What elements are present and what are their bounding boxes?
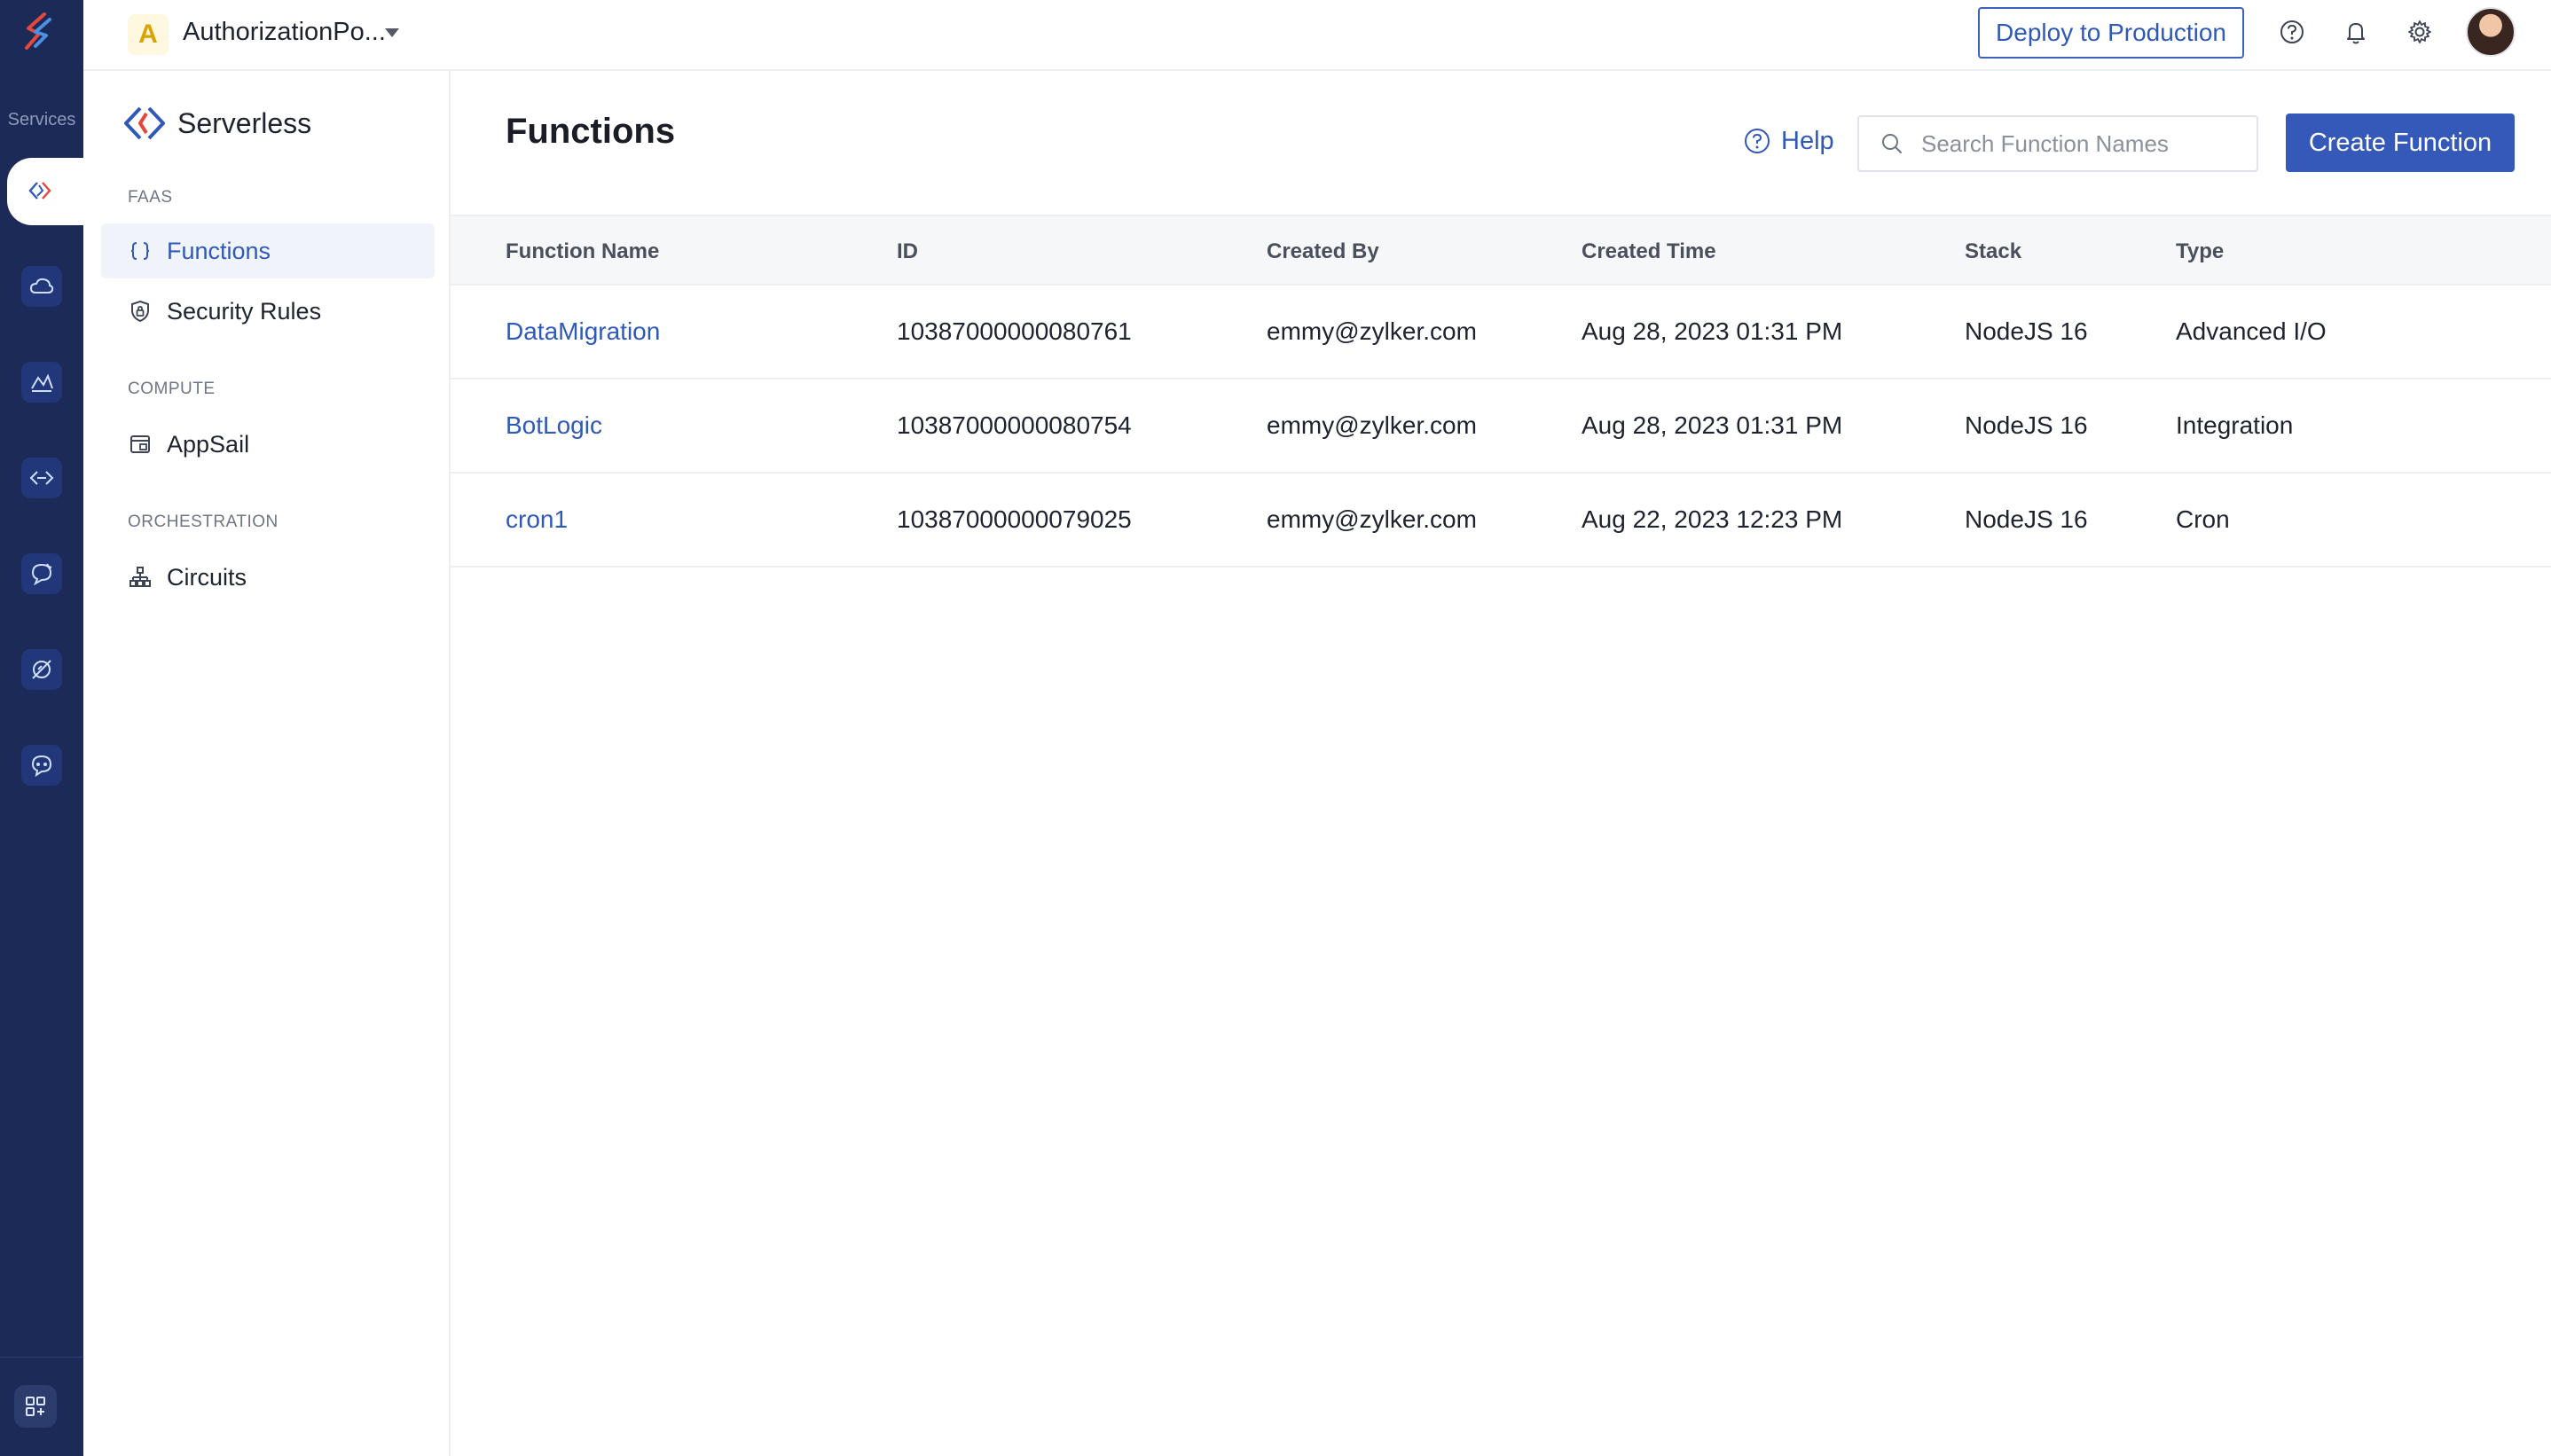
created-time: Aug 28, 2023 01:31 PM [1582,317,1843,345]
catalyst-logo-icon[interactable] [18,9,64,55]
function-name-link[interactable]: BotLogic [506,411,602,440]
sidebar-item-label: Functions [167,237,271,264]
table-header: Function Name ID Created By Created Time… [451,215,2551,286]
stack: NodeJS 16 [1965,317,2088,345]
sidebar-item-label: Circuits [167,563,247,591]
sidebar-title: Serverless [177,106,312,139]
integration-icon[interactable] [21,649,62,690]
shield-lock-icon [131,300,149,323]
function-type: Advanced I/O [2176,317,2327,345]
circuits-hierarchy-icon [130,567,151,587]
messaging-icon[interactable] [21,553,62,594]
sidebar-item-functions[interactable]: Functions [101,223,435,278]
table-row[interactable]: cron1 10387000000079025 emmy@zylker.com … [451,474,2551,568]
api-gateway-icon[interactable] [21,458,62,498]
settings-gear-icon[interactable] [2402,14,2437,50]
rail-divider [0,1357,83,1358]
apps-grid-icon[interactable] [14,1385,57,1428]
project-dropdown-caret-icon[interactable] [385,28,399,37]
stack: NodeJS 16 [1965,411,2088,439]
project-avatar[interactable]: A [128,14,169,55]
created-by: emmy@zylker.com [1267,411,1477,439]
column-header-function-name[interactable]: Function Name [506,239,659,264]
function-type: Integration [2176,411,2294,439]
function-name-link[interactable]: cron1 [506,505,568,534]
help-icon[interactable] [2274,14,2310,50]
main-content: Functions Help Create Function Function … [451,71,2551,1456]
top-bar: A AuthorizationPo... Deploy to Productio… [83,0,2551,71]
stack: NodeJS 16 [1965,505,2088,533]
services-label: Services [7,110,76,129]
function-id: 10387000000080761 [897,317,1132,345]
sidebar-item-appsail[interactable]: AppSail [101,417,435,472]
sidebar-item-label: AppSail [167,430,250,458]
app: Services A AuthorizationPo... Deploy to … [0,0,2551,1456]
table-row[interactable]: DataMigration 10387000000080761 emmy@zyl… [451,286,2551,380]
search-input[interactable] [1921,129,2249,158]
created-time: Aug 22, 2023 12:23 PM [1582,505,1843,533]
function-name-link[interactable]: DataMigration [506,317,660,346]
function-id: 10387000000080754 [897,411,1132,439]
sidebar-item-label: Security Rules [167,297,322,325]
create-function-button[interactable]: Create Function [2286,114,2515,172]
page-title: Functions [506,112,676,151]
help-label: Help [1781,126,1834,155]
help-link[interactable]: Help [1742,126,1834,156]
cloud-icon[interactable] [21,266,62,307]
sidebar-item-circuits[interactable]: Circuits [101,550,435,605]
analytics-icon[interactable] [21,362,62,403]
sidebar-header: Serverless [122,101,311,145]
section-label-compute: COMPUTE [128,380,216,398]
appsail-icon [130,435,150,453]
services-rail: Services [0,0,85,1456]
column-header-created-time[interactable]: Created Time [1582,239,1716,264]
sidebar-item-security-rules[interactable]: Security Rules [101,284,435,339]
rail-item-serverless[interactable] [7,158,85,225]
table-row[interactable]: BotLogic 10387000000080754 emmy@zylker.c… [451,380,2551,474]
functions-braces-icon [130,242,150,260]
help-circle-icon [1745,129,1770,153]
functions-table: Function Name ID Created By Created Time… [451,215,2551,568]
column-header-created-by[interactable]: Created By [1267,239,1379,264]
function-id: 10387000000079025 [897,505,1132,533]
column-header-type[interactable]: Type [2176,239,2224,264]
column-header-id[interactable]: ID [897,239,918,264]
deploy-to-production-button[interactable]: Deploy to Production [1978,7,2244,59]
created-by: emmy@zylker.com [1267,317,1477,345]
serverless-logo-icon [124,106,165,140]
sidebar: Serverless FAAS Functions Security Rules… [83,71,451,1456]
notification-bell-icon[interactable] [2338,14,2374,50]
serverless-icon [20,170,60,211]
search-box[interactable] [1857,115,2258,172]
search-icon [1882,134,1902,153]
section-label-orchestration: ORCHESTRATION [128,513,279,531]
section-label-faas: FAAS [128,188,173,207]
support-icon[interactable] [21,745,62,786]
created-time: Aug 28, 2023 01:31 PM [1582,411,1843,439]
created-by: emmy@zylker.com [1267,505,1477,533]
function-type: Cron [2176,505,2230,533]
project-name[interactable]: AuthorizationPo... [183,18,386,47]
column-header-stack[interactable]: Stack [1965,239,2021,264]
user-avatar[interactable] [2466,7,2516,57]
